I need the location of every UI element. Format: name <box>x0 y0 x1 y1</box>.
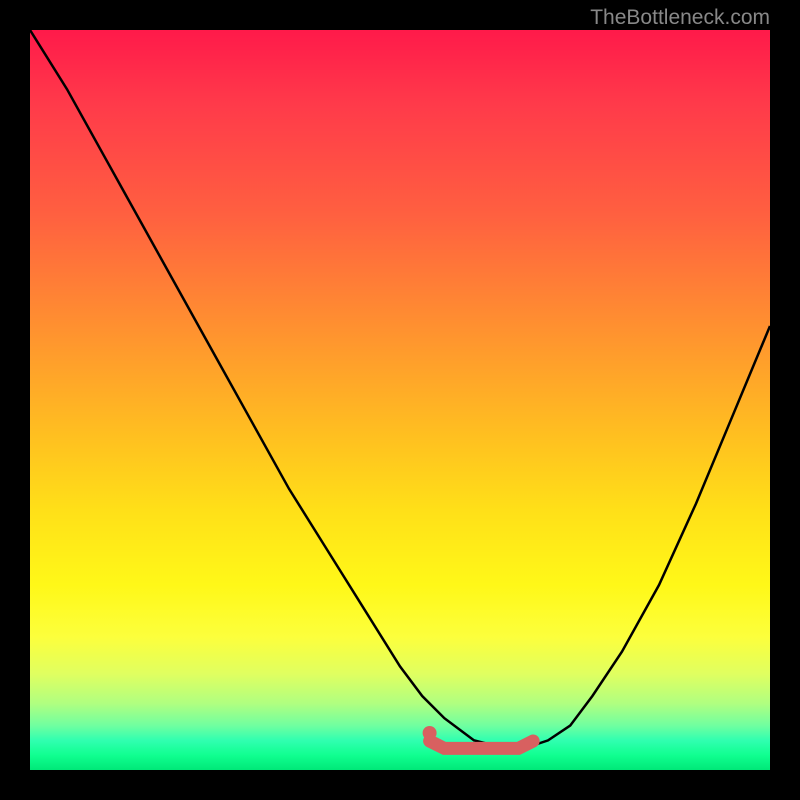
chart-svg <box>30 30 770 770</box>
chart-container: TheBottleneck.com <box>0 0 800 800</box>
highlight-segment <box>430 741 534 748</box>
attribution-label: TheBottleneck.com <box>590 6 770 30</box>
highlight-markers-group <box>423 726 534 748</box>
bottleneck-curve-path <box>30 30 770 748</box>
